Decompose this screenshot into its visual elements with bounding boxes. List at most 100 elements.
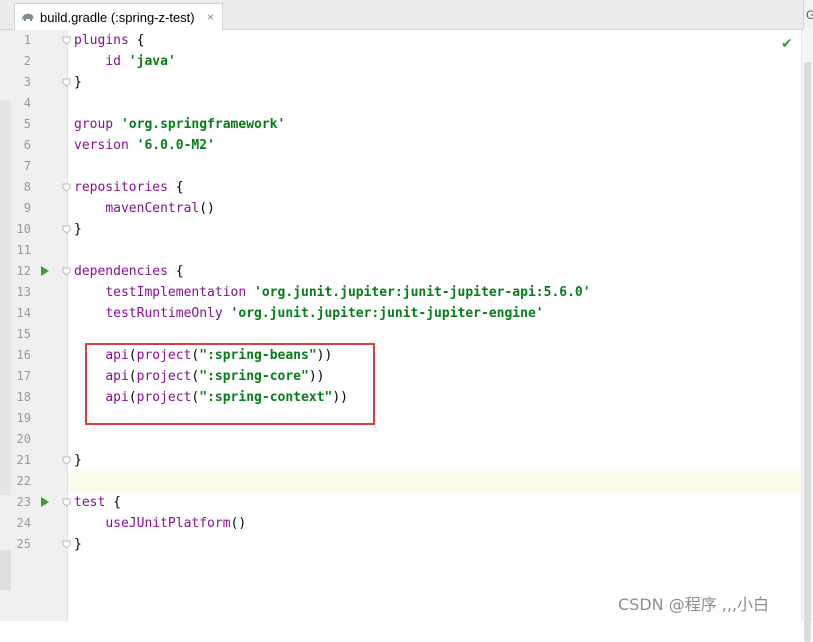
code-line[interactable]: 23 test {	[0, 492, 801, 513]
line-number: 24	[16, 516, 31, 530]
fold-marker-icon[interactable]	[62, 78, 71, 87]
line-number: 20	[16, 432, 31, 446]
code-line[interactable]: 3}	[0, 72, 801, 93]
line-number: 4	[23, 96, 31, 110]
code-line[interactable]: 21}	[0, 450, 801, 471]
fold-marker-icon[interactable]	[62, 225, 71, 234]
code-line[interactable]: 4	[0, 93, 801, 114]
code-text[interactable]: }	[74, 450, 82, 471]
code-text[interactable]: mavenCentral()	[74, 198, 215, 219]
line-number: 13	[16, 285, 31, 299]
code-token: {	[105, 495, 121, 510]
code-keyword: id	[105, 54, 121, 69]
code-text[interactable]: dependencies {	[74, 261, 184, 282]
code-token: ()	[230, 516, 247, 531]
code-line[interactable]: 6 version '6.0.0-M2'	[0, 135, 801, 156]
code-text[interactable]: useJUnitPlatform()	[74, 513, 246, 534]
code-line[interactable]: 10}	[0, 219, 801, 240]
line-number: 22	[16, 474, 31, 488]
tab-build-gradle[interactable]: build.gradle (:spring-z-test) ×	[14, 3, 223, 30]
code-line[interactable]: 2 id 'java'	[0, 51, 801, 72]
line-number: 15	[16, 327, 31, 341]
code-line[interactable]: 9 mavenCentral()	[0, 198, 801, 219]
code-keyword: mavenCentral	[105, 201, 200, 216]
code-keyword: useJUnitPlatform	[105, 516, 231, 531]
red-highlight-box	[85, 343, 375, 425]
fold-marker-icon[interactable]	[62, 540, 71, 549]
run-gutter-icon[interactable]	[41, 266, 49, 276]
code-text[interactable]: testImplementation 'org.junit.jupiter:ju…	[74, 282, 590, 303]
code-keyword: group	[74, 117, 114, 132]
code-text[interactable]: }	[74, 219, 82, 240]
code-line[interactable]: 13 testImplementation 'org.junit.jupiter…	[0, 282, 801, 303]
code-string: 'org.junit.jupiter:junit-jupiter-engine'	[230, 306, 544, 321]
code-line[interactable]: 8 repositories {	[0, 177, 801, 198]
code-text[interactable]: test {	[74, 492, 121, 513]
fold-marker-icon[interactable]	[62, 456, 71, 465]
code-text[interactable]: }	[74, 72, 82, 93]
code-text[interactable]: plugins {	[74, 30, 144, 51]
code-token: {	[167, 264, 184, 279]
line-number: 2	[23, 54, 31, 68]
line-number: 16	[16, 348, 31, 362]
code-line[interactable]: 14 testRuntimeOnly 'org.junit.jupiter:ju…	[0, 303, 801, 324]
fold-marker-icon[interactable]	[62, 267, 71, 276]
line-number: 1	[23, 33, 31, 47]
code-keyword: plugins	[74, 33, 129, 48]
side-panel-tab[interactable]: G	[803, 0, 813, 30]
fold-marker-icon[interactable]	[62, 36, 71, 45]
code-text[interactable]: id 'java'	[74, 51, 175, 72]
line-number: 6	[23, 138, 31, 152]
editor-tab-bar: build.gradle (:spring-z-test) ×	[0, 0, 803, 30]
code-text[interactable]: }	[74, 534, 82, 555]
close-icon[interactable]: ×	[207, 10, 214, 24]
code-line[interactable]: 5 group 'org.springframework'	[0, 114, 801, 135]
fold-marker-icon[interactable]	[62, 183, 71, 192]
code-keyword: test	[74, 495, 106, 510]
line-number: 10	[16, 222, 31, 236]
code-token: ()	[199, 201, 215, 216]
code-line[interactable]: 22	[0, 471, 801, 492]
code-line[interactable]: 15	[0, 324, 801, 345]
vertical-scrollbar[interactable]	[801, 30, 813, 642]
fold-marker-icon[interactable]	[62, 498, 71, 507]
code-line[interactable]: 24 useJUnitPlatform()	[0, 513, 801, 534]
code-text[interactable]: repositories {	[74, 177, 184, 198]
code-line[interactable]: 12 dependencies {	[0, 261, 801, 282]
line-number: 7	[23, 159, 31, 173]
scrollbar-thumb[interactable]	[804, 62, 811, 642]
left-strip-mark	[0, 550, 11, 590]
line-number: 18	[16, 390, 31, 404]
line-number: 11	[16, 243, 31, 257]
code-line[interactable]: 20	[0, 429, 801, 450]
inspection-ok-check-icon[interactable]: ✔	[781, 36, 793, 52]
code-token: {	[167, 180, 184, 195]
run-gutter-icon[interactable]	[41, 497, 49, 507]
line-number: 17	[16, 369, 31, 383]
code-token: {	[128, 33, 145, 48]
code-text[interactable]: testRuntimeOnly 'org.junit.jupiter:junit…	[74, 303, 544, 324]
code-keyword: testImplementation	[105, 285, 247, 300]
code-text[interactable]: group 'org.springframework'	[74, 114, 285, 135]
code-text[interactable]: version '6.0.0-M2'	[74, 135, 215, 156]
code-line[interactable]: 11	[0, 240, 801, 261]
code-keyword: repositories	[74, 180, 168, 195]
watermark: CSDN @程序 ,,,小白	[618, 595, 770, 614]
code-keyword: testRuntimeOnly	[105, 306, 223, 321]
line-number: 8	[23, 180, 31, 194]
code-token: }	[74, 453, 82, 468]
line-number: 9	[23, 201, 31, 215]
code-line[interactable]: 25}	[0, 534, 801, 555]
line-number: 19	[16, 411, 31, 425]
code-line[interactable]: 7	[0, 156, 801, 177]
code-line[interactable]: 1 plugins {	[0, 30, 801, 51]
line-number: 21	[16, 453, 31, 467]
